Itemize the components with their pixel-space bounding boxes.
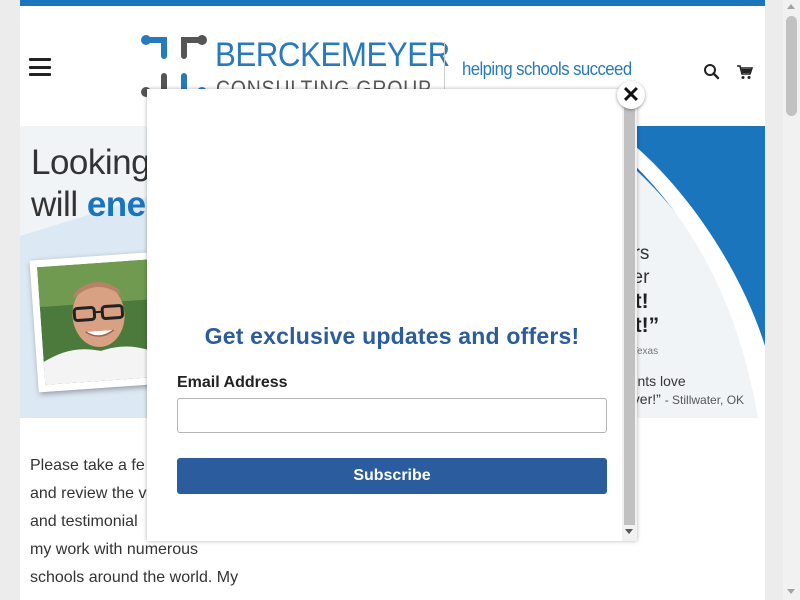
hero-headline-line2: will ene <box>31 184 150 226</box>
cart-icon[interactable] <box>736 63 754 81</box>
logo-line-1: BERCKEMEYER <box>215 36 450 74</box>
hero-headline-strong: ene <box>86 185 146 224</box>
testimonial-quote-2: rents love ever!” - Stillwater, OK <box>625 372 744 409</box>
popup-scroll-down-icon[interactable] <box>625 529 633 534</box>
tagline: helping schools succeed <box>462 59 632 79</box>
quote2-attribution: - Stillwater, OK <box>664 393 745 407</box>
email-label: Email Address <box>177 374 288 391</box>
close-button[interactable]: ✕ <box>617 81 645 109</box>
scroll-up-arrow-icon[interactable] <box>787 4 795 9</box>
portrait-image <box>37 259 161 385</box>
popup-scrollbar-thumb[interactable] <box>624 105 635 525</box>
popup-scrollbar[interactable] <box>622 97 637 541</box>
hero-headline-line1: Looking <box>31 143 151 182</box>
email-field[interactable] <box>177 398 607 433</box>
intro-line: schools around the world. My <box>30 569 239 586</box>
hero-headline-prefix: will <box>31 185 87 224</box>
hamburger-menu-icon[interactable] <box>29 58 51 76</box>
scroll-down-arrow-icon[interactable] <box>787 589 795 594</box>
popup-title: Get exclusive updates and offers! <box>204 323 580 349</box>
quote2-line: ever!” - Stillwater, OK <box>625 390 744 409</box>
hero-headline: Looking will ene <box>31 142 151 226</box>
scrollbar-thumb[interactable] <box>786 16 797 116</box>
search-icon[interactable] <box>703 63 721 81</box>
quote2-line: rents love <box>625 373 686 389</box>
page-scrollbar[interactable] <box>783 0 800 600</box>
newsletter-popup: ✕ Get exclusive updates and offers! Emai… <box>147 81 645 541</box>
subscribe-button[interactable]: Subscribe <box>177 458 607 494</box>
